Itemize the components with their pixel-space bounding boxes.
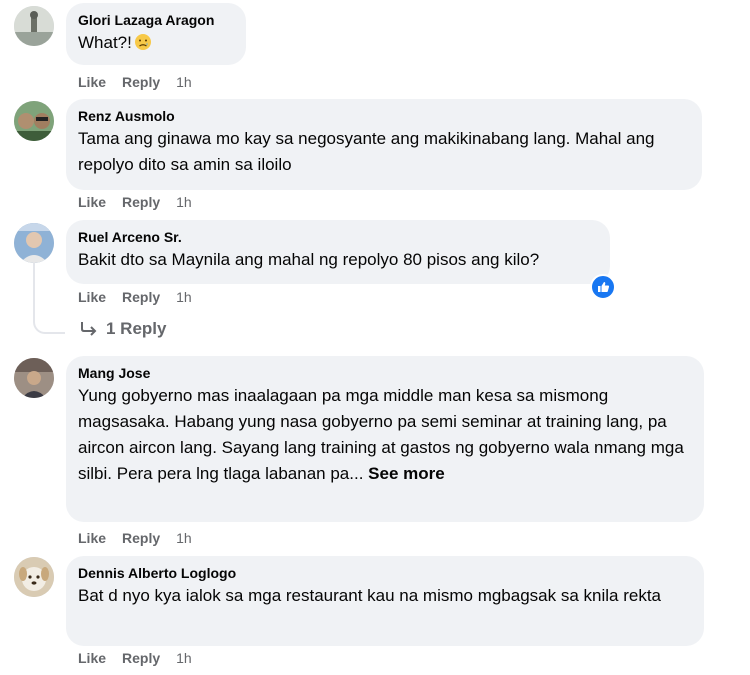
comment-actions: Like Reply 1h (78, 193, 192, 211)
like-reaction-icon[interactable] (590, 274, 616, 300)
comment-actions: Like Reply 1h (78, 649, 192, 667)
comment-bubble: Dennis Alberto Loglogo Bat d nyo kya ial… (66, 556, 704, 646)
like-button[interactable]: Like (78, 649, 106, 667)
like-button[interactable]: Like (78, 193, 106, 211)
avatar[interactable] (14, 358, 54, 398)
see-more-link[interactable]: See more (368, 464, 445, 483)
avatar[interactable] (14, 223, 54, 263)
comment-bubble: Ruel Arceno Sr. Bakit dto sa Maynila ang… (66, 220, 610, 284)
comment-bubble: Mang Jose Yung gobyerno mas inaalagaan p… (66, 356, 704, 522)
like-button[interactable]: Like (78, 529, 106, 547)
sad-face-emoji-icon (134, 34, 151, 50)
comment-actions: Like Reply 1h (78, 529, 192, 547)
reply-button[interactable]: Reply (122, 73, 160, 91)
comment-bubble: Renz Ausmolo Tama ang ginawa mo kay sa n… (66, 99, 702, 190)
comment-timestamp: 1h (176, 530, 192, 546)
avatar[interactable] (14, 557, 54, 597)
reply-arrow-icon (81, 322, 97, 336)
comment-actions: Like Reply 1h (78, 288, 192, 306)
comment-text: Tama ang ginawa mo kay sa negosyante ang… (78, 129, 655, 174)
reply-button[interactable]: Reply (122, 288, 160, 306)
reply-button[interactable]: Reply (122, 529, 160, 547)
comment-author[interactable]: Renz Ausmolo (78, 107, 690, 125)
like-button[interactable]: Like (78, 288, 106, 306)
comment-text: Yung gobyerno mas inaalagaan pa mga midd… (78, 383, 692, 487)
comment-author[interactable]: Ruel Arceno Sr. (78, 228, 598, 246)
comment-author[interactable]: Mang Jose (78, 364, 692, 382)
reply-button[interactable]: Reply (122, 649, 160, 667)
comment-bubble: Glori Lazaga Aragon What?! (66, 3, 246, 65)
comment-text: Bat d nyo kya ialok sa mga restaurant ka… (78, 586, 662, 605)
comment-text: Bakit dto sa Maynila ang mahal ng repoly… (78, 250, 540, 269)
reply-button[interactable]: Reply (122, 193, 160, 211)
replies-count-label: 1 Reply (106, 319, 167, 338)
comment-actions: Like Reply 1h (78, 73, 192, 91)
comment-author[interactable]: Dennis Alberto Loglogo (78, 564, 692, 582)
comment-text: What?! (78, 30, 234, 56)
comment-author[interactable]: Glori Lazaga Aragon (78, 11, 234, 29)
avatar[interactable] (14, 101, 54, 141)
avatar[interactable] (14, 6, 54, 46)
comment-timestamp: 1h (176, 289, 192, 305)
comment-timestamp: 1h (176, 74, 192, 90)
like-button[interactable]: Like (78, 73, 106, 91)
view-replies-button[interactable]: 1 Reply (80, 319, 166, 339)
comment-text-content: What?! (78, 33, 132, 52)
comment-timestamp: 1h (176, 650, 192, 666)
comment-timestamp: 1h (176, 194, 192, 210)
reply-thread-line (33, 262, 65, 334)
